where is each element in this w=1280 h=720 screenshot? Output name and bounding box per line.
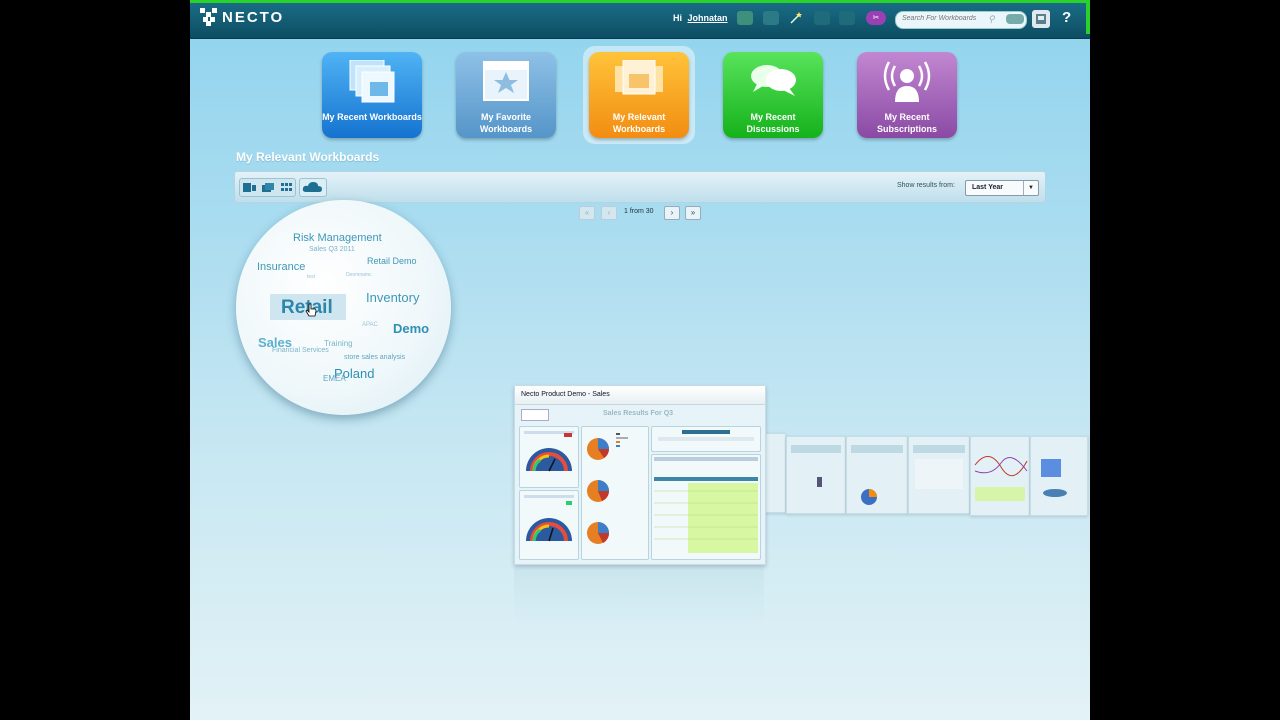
speech-bubbles-icon <box>751 65 796 96</box>
necto-app-window: NECTO Hi Johnatan ✂ ⚲ ? <box>190 0 1090 720</box>
brand-name: NECTO <box>222 8 285 26</box>
necto-logo-icon <box>200 8 218 26</box>
workboard-header-strip: Sales Results For Q3 <box>515 405 765 425</box>
next-page-button[interactable]: › <box>664 206 680 220</box>
tag-demo[interactable]: Demo <box>393 321 429 336</box>
workboards-icon <box>349 60 395 103</box>
tile-label: My Relevant Workboards <box>612 112 666 134</box>
relevant-workboards-icon <box>615 60 663 95</box>
status-indicator-bar <box>1086 0 1090 34</box>
cloud-view-button[interactable] <box>299 178 327 197</box>
tag-test[interactable]: test <box>307 274 315 280</box>
section-title: My Relevant Workboards <box>236 150 380 164</box>
workboard-title: Necto Product Demo - Sales <box>521 391 610 398</box>
workboard-thumbnail[interactable] <box>786 436 846 514</box>
gauge-icon <box>524 495 574 542</box>
tile-label: My Favorite Workboards <box>479 112 533 134</box>
tag-deomnamc[interactable]: Deomnamc <box>346 272 372 278</box>
chevron-down-icon: ▼ <box>1023 181 1038 195</box>
search-input[interactable] <box>902 15 987 22</box>
tile-recent-workboards[interactable]: My Recent Workboards <box>322 52 422 138</box>
period-select[interactable]: Last Year ▼ <box>965 180 1039 196</box>
pie-chart-icon <box>587 480 609 502</box>
search-icon[interactable]: ⚲ <box>988 14 995 25</box>
stack-view-icon[interactable] <box>262 183 274 192</box>
tag-sales-q3-2011[interactable]: Sales Q3 2011 <box>309 246 355 253</box>
tag-retail-demo[interactable]: Retail Demo <box>367 256 417 266</box>
export-toolbar-icon[interactable] <box>839 11 855 25</box>
tile-recent-discussions[interactable]: My Recent Discussions <box>723 52 823 138</box>
show-results-label: Show results from: <box>897 182 955 189</box>
top-bar: NECTO Hi Johnatan ✂ ⚲ ? <box>190 0 1090 39</box>
workboard-thumbnail[interactable] <box>1030 436 1088 516</box>
tile-label: My Recent Workboards <box>322 112 422 122</box>
gauge-panel <box>519 490 579 560</box>
tag-risk-management[interactable]: Risk Management <box>293 232 382 244</box>
workboard-thumbnail[interactable] <box>970 436 1030 516</box>
period-select-value: Last Year <box>972 184 1004 191</box>
chat-toolbar-icon[interactable] <box>737 11 753 25</box>
search-options-dropdown[interactable] <box>1006 14 1024 24</box>
user-greeting: Hi Johnatan <box>673 13 728 23</box>
top-accent-line <box>190 0 1090 3</box>
tag-insurance[interactable]: Insurance <box>257 261 305 273</box>
tile-recent-subscriptions[interactable]: My Recent Subscriptions <box>857 52 957 138</box>
gauge-icon <box>524 431 574 472</box>
pie-chart-icon <box>587 438 609 460</box>
featured-workboard-card[interactable]: Necto Product Demo - Sales Sales Results… <box>514 385 766 565</box>
tag-inventory[interactable]: Inventory <box>366 290 419 305</box>
tag-cloud: Risk Management Sales Q3 2011 Insurance … <box>236 200 451 415</box>
prev-page-button[interactable]: ‹ <box>601 206 617 220</box>
hand-cursor-icon <box>305 303 317 322</box>
gauge-panel <box>519 426 579 488</box>
greeting-prefix: Hi <box>673 13 682 23</box>
share-toolbar-icon[interactable] <box>814 11 830 25</box>
username-link[interactable]: Johnatan <box>688 13 728 23</box>
cloud-icon <box>302 182 322 192</box>
company-logo <box>521 409 549 421</box>
results-toolbar: Show results from: Last Year ▼ <box>234 171 1046 203</box>
search-box[interactable]: ⚲ <box>895 11 1027 29</box>
grid-view-icon[interactable] <box>281 183 292 191</box>
workboard-thumbnail[interactable] <box>908 436 970 514</box>
print-toolbar-icon[interactable] <box>763 11 779 25</box>
tools-icon[interactable]: ✂ <box>866 11 886 25</box>
necto-logo[interactable]: NECTO <box>200 8 284 26</box>
tile-label: My Recent Subscriptions <box>876 112 937 134</box>
carousel-view-icon[interactable] <box>243 183 256 192</box>
tile-favorite-workboards[interactable]: My Favorite Workboards <box>456 52 556 138</box>
pager-status: 1 from 30 <box>624 208 654 215</box>
magic-wand-icon[interactable] <box>788 11 804 25</box>
pie-charts-panel <box>581 426 649 560</box>
view-mode-group <box>239 178 296 197</box>
data-grid-panel <box>651 454 761 560</box>
tag-emea[interactable]: EMEA <box>323 374 346 383</box>
profile-button[interactable] <box>1032 10 1050 28</box>
tag-store-sales-analysis[interactable]: store sales analysis <box>344 354 405 361</box>
tile-relevant-workboards[interactable]: My Relevant Workboards <box>589 52 689 138</box>
broadcast-person-icon <box>883 61 931 102</box>
tag-apac[interactable]: APAC <box>362 322 378 328</box>
tile-label: My Recent Discussions <box>746 112 800 134</box>
card-reflection <box>514 565 764 625</box>
first-page-button[interactable]: « <box>579 206 595 220</box>
last-page-button[interactable]: » <box>685 206 701 220</box>
filter-panel <box>651 426 761 452</box>
workboard-title-bar: Necto Product Demo - Sales <box>515 386 765 405</box>
help-button[interactable]: ? <box>1062 9 1071 26</box>
workboard-subtitle: Sales Results For Q3 <box>603 410 674 417</box>
workboard-thumbnail[interactable] <box>764 433 786 513</box>
tag-financial-services[interactable]: Financial Services <box>272 347 329 354</box>
pie-chart-icon <box>587 522 610 544</box>
workboard-thumbnail[interactable] <box>846 436 908 514</box>
star-frame-icon <box>483 61 529 101</box>
